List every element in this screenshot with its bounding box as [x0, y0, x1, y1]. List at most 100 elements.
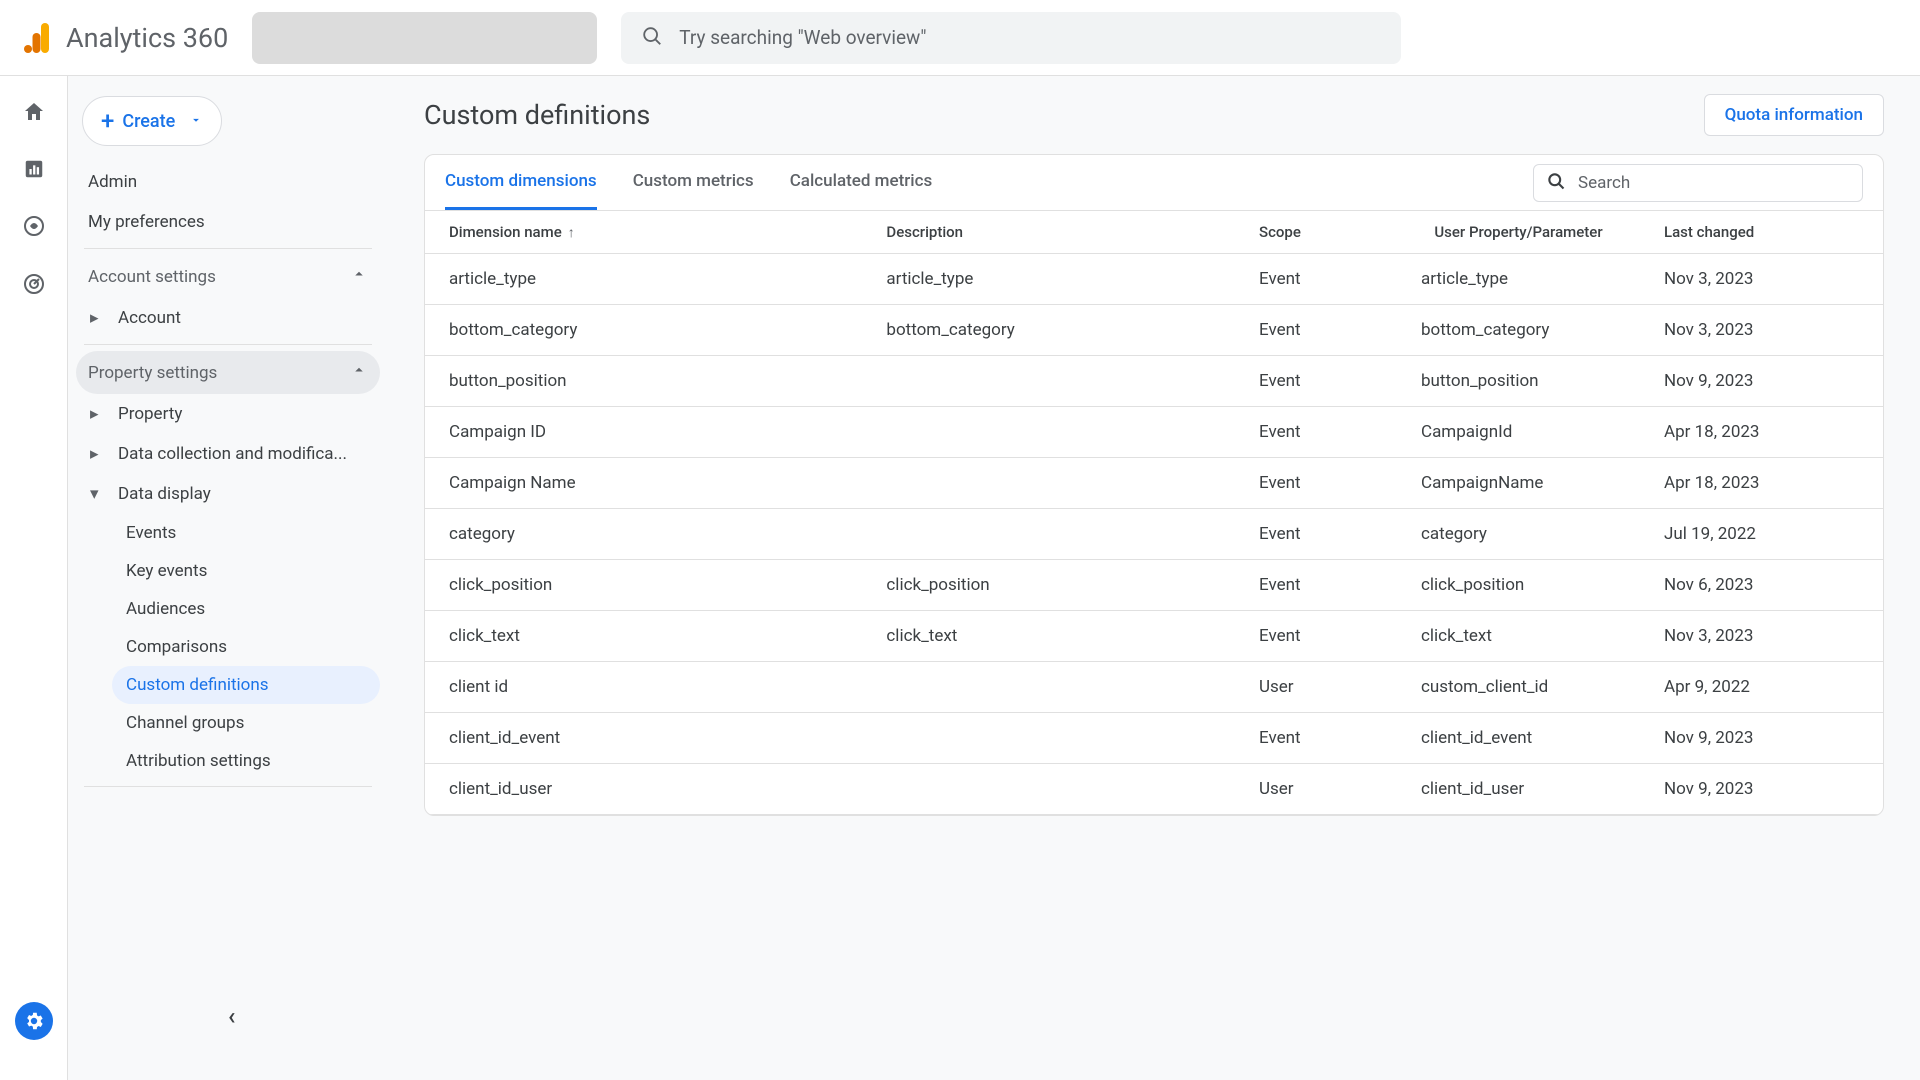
page-title: Custom definitions — [424, 99, 650, 131]
cell-name: client_id_user — [425, 764, 862, 815]
global-search-input[interactable] — [679, 26, 1381, 49]
search-icon — [641, 25, 663, 51]
property-selector[interactable] — [252, 12, 597, 64]
table-search-input[interactable] — [1578, 173, 1850, 193]
explore-icon[interactable] — [22, 214, 46, 242]
reports-icon[interactable] — [23, 158, 45, 184]
sidebar-collapse-icon[interactable]: ‹ — [228, 1002, 235, 1030]
tab-custom-dimensions[interactable]: Custom dimensions — [445, 155, 597, 210]
dimensions-table: Dimension name↑ Description Scope User P… — [425, 211, 1883, 815]
column-description[interactable]: Description — [862, 211, 1235, 254]
quota-information-button[interactable]: Quota information — [1704, 94, 1884, 136]
tab-calculated-metrics[interactable]: Calculated metrics — [790, 155, 933, 210]
sidebar-item-account[interactable]: ▸ Account — [76, 298, 380, 338]
cell-parameter: CampaignId — [1397, 407, 1640, 458]
cell-scope: User — [1235, 764, 1397, 815]
cell-name: button_position — [425, 356, 862, 407]
logo-block: Analytics 360 — [24, 22, 228, 54]
column-parameter[interactable]: User Property/Parameter — [1397, 211, 1640, 254]
sidebar-item-channel-groups[interactable]: Channel groups — [112, 704, 380, 742]
cell-parameter: click_text — [1397, 611, 1640, 662]
cell-scope: Event — [1235, 458, 1397, 509]
cell-description: article_type — [862, 254, 1235, 305]
cell-name: bottom_category — [425, 305, 862, 356]
plus-icon: + — [101, 109, 114, 133]
table-row[interactable]: client_id_eventEventclient_id_eventNov 9… — [425, 713, 1883, 764]
cell-last_changed: Apr 9, 2022 — [1640, 662, 1883, 713]
create-button-label: Create — [122, 111, 175, 132]
cell-description — [862, 356, 1235, 407]
cell-parameter: custom_client_id — [1397, 662, 1640, 713]
main-content: Custom definitions Quota information Cus… — [388, 76, 1920, 1080]
advertising-icon[interactable] — [22, 272, 46, 300]
column-last-changed[interactable]: Last changed — [1640, 211, 1883, 254]
create-button[interactable]: + Create — [82, 96, 222, 146]
sidebar-item-admin[interactable]: Admin — [76, 162, 380, 202]
table-row[interactable]: click_textclick_textEventclick_textNov 3… — [425, 611, 1883, 662]
cell-name: article_type — [425, 254, 862, 305]
sidebar-item-data-collection[interactable]: ▸ Data collection and modifica... — [76, 434, 380, 474]
column-scope[interactable]: Scope — [1235, 211, 1397, 254]
table-row[interactable]: article_typearticle_typeEventarticle_typ… — [425, 254, 1883, 305]
cell-name: click_text — [425, 611, 862, 662]
sidebar-item-key-events[interactable]: Key events — [112, 552, 380, 590]
table-search[interactable] — [1533, 164, 1863, 202]
search-icon — [1546, 171, 1566, 195]
property-settings-label: Property settings — [88, 363, 350, 383]
cell-parameter: CampaignName — [1397, 458, 1640, 509]
cell-description: click_position — [862, 560, 1235, 611]
table-row[interactable]: client_id_userUserclient_id_userNov 9, 2… — [425, 764, 1883, 815]
cell-last_changed: Nov 9, 2023 — [1640, 713, 1883, 764]
table-row[interactable]: client idUsercustom_client_idApr 9, 2022 — [425, 662, 1883, 713]
cell-last_changed: Nov 9, 2023 — [1640, 764, 1883, 815]
cell-name: Campaign ID — [425, 407, 862, 458]
table-row[interactable]: bottom_categorybottom_categoryEventbotto… — [425, 305, 1883, 356]
global-search[interactable] — [621, 12, 1401, 64]
account-settings-header[interactable]: Account settings — [76, 255, 380, 298]
sidebar-item-data-display[interactable]: ▾ Data display — [76, 474, 380, 514]
cell-description — [862, 509, 1235, 560]
cell-scope: Event — [1235, 509, 1397, 560]
cell-last_changed: Nov 6, 2023 — [1640, 560, 1883, 611]
table-row[interactable]: click_positionclick_positionEventclick_p… — [425, 560, 1883, 611]
cell-last_changed: Apr 18, 2023 — [1640, 458, 1883, 509]
cell-parameter: client_id_user — [1397, 764, 1640, 815]
cell-name: client_id_event — [425, 713, 862, 764]
cell-last_changed: Jul 19, 2022 — [1640, 509, 1883, 560]
chevron-up-icon — [350, 361, 368, 384]
sidebar-item-custom-definitions[interactable]: Custom definitions — [112, 666, 380, 704]
column-dimension-name[interactable]: Dimension name↑ — [425, 211, 862, 254]
cell-description — [862, 407, 1235, 458]
property-settings-header[interactable]: Property settings — [76, 351, 380, 394]
sidebar-item-events[interactable]: Events — [112, 514, 380, 552]
sidebar-item-comparisons[interactable]: Comparisons — [112, 628, 380, 666]
chevron-down-icon — [189, 111, 203, 132]
cell-scope: Event — [1235, 611, 1397, 662]
tab-custom-metrics[interactable]: Custom metrics — [633, 155, 754, 210]
sidebar-item-property[interactable]: ▸ Property — [76, 394, 380, 434]
table-row[interactable]: categoryEventcategoryJul 19, 2022 — [425, 509, 1883, 560]
home-icon[interactable] — [22, 100, 46, 128]
app-header: Analytics 360 — [0, 0, 1920, 76]
product-name: Analytics 360 — [66, 22, 228, 54]
sidebar-item-preferences[interactable]: My preferences — [76, 202, 380, 242]
table-row[interactable]: Campaign NameEventCampaignNameApr 18, 20… — [425, 458, 1883, 509]
left-rail — [0, 76, 68, 1080]
cell-parameter: button_position — [1397, 356, 1640, 407]
account-settings-label: Account settings — [88, 267, 350, 287]
cell-parameter: category — [1397, 509, 1640, 560]
sidebar-item-attribution-settings[interactable]: Attribution settings — [112, 742, 380, 780]
table-row[interactable]: button_positionEventbutton_positionNov 9… — [425, 356, 1883, 407]
cell-parameter: click_position — [1397, 560, 1640, 611]
cell-description — [862, 713, 1235, 764]
admin-gear-icon[interactable] — [15, 1002, 53, 1040]
cell-last_changed: Apr 18, 2023 — [1640, 407, 1883, 458]
chevron-right-icon: ▸ — [90, 404, 104, 424]
cell-description — [862, 764, 1235, 815]
cell-name: category — [425, 509, 862, 560]
cell-last_changed: Nov 3, 2023 — [1640, 305, 1883, 356]
table-row[interactable]: Campaign IDEventCampaignIdApr 18, 2023 — [425, 407, 1883, 458]
cell-parameter: bottom_category — [1397, 305, 1640, 356]
sidebar-item-audiences[interactable]: Audiences — [112, 590, 380, 628]
divider — [84, 786, 372, 787]
